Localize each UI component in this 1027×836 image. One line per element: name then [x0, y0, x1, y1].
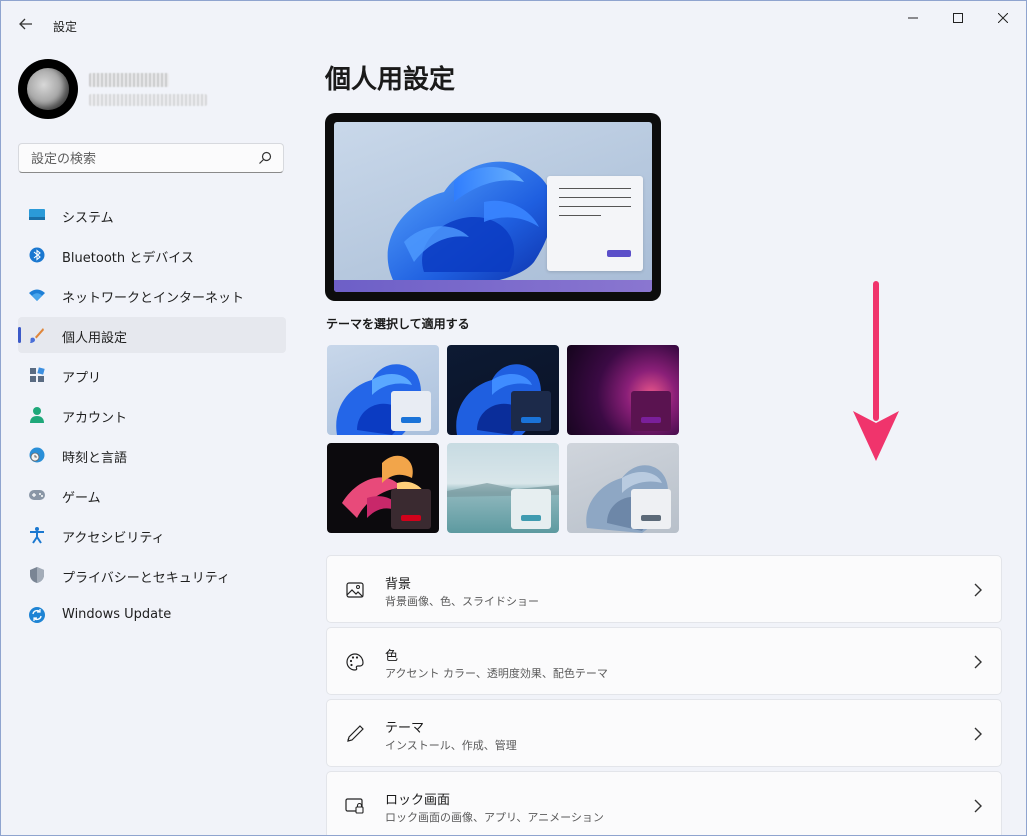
colors-settings-card[interactable]: 色 アクセント カラー、透明度効果、配色テーマ — [326, 627, 1002, 695]
preview-accent-button — [607, 250, 631, 257]
sidebar-item-windows-update[interactable]: Windows Update — [18, 597, 286, 633]
card-description: ロック画面の画像、アプリ、アニメーション — [385, 811, 604, 824]
theme-accent-bar — [401, 417, 421, 423]
back-arrow-icon — [19, 18, 32, 30]
preview-taskbar — [334, 280, 652, 292]
brush-icon — [28, 326, 46, 344]
theme-glow[interactable] — [567, 345, 679, 435]
theme-chip — [511, 391, 551, 431]
theme-chip — [391, 489, 431, 529]
sidebar-nav: システム Bluetooth とデバイス ネットワークとインターネット 個人用設… — [18, 197, 286, 637]
card-description: インストール、作成、管理 — [385, 739, 517, 752]
sidebar-item-privacy[interactable]: プライバシーとセキュリティ — [18, 557, 286, 593]
card-description: 背景画像、色、スライドショー — [385, 595, 539, 608]
sidebar-item-label: ネットワークとインターネット — [62, 291, 245, 306]
page-title: 個人用設定 — [325, 65, 456, 95]
sidebar-item-gaming[interactable]: ゲーム — [18, 477, 286, 513]
sidebar-item-label: アプリ — [62, 371, 102, 386]
sidebar-item-label: システム — [62, 211, 114, 226]
theme-preview — [325, 113, 661, 301]
sidebar-item-label: 個人用設定 — [62, 331, 128, 346]
palette-icon — [346, 653, 364, 671]
time-language-icon — [28, 446, 46, 464]
theme-dark-bloom[interactable] — [447, 345, 559, 435]
windows-update-icon — [28, 606, 46, 624]
lock-screen-icon — [345, 798, 364, 814]
user-name-redacted — [89, 73, 169, 87]
chevron-right-icon — [974, 583, 982, 597]
search-box[interactable] — [18, 143, 284, 173]
theme-chip — [511, 489, 551, 529]
system-icon — [28, 206, 46, 224]
theme-accent-bar — [521, 515, 541, 521]
minimize-icon — [908, 17, 918, 19]
theme-accent-bar — [521, 417, 541, 423]
sidebar-item-personalization[interactable]: 個人用設定 — [18, 317, 286, 353]
sidebar-item-label: Windows Update — [62, 607, 172, 622]
preview-screen — [334, 122, 652, 292]
lock-screen-settings-card[interactable]: ロック画面 ロック画面の画像、アプリ、アニメーション — [326, 771, 1002, 835]
card-title: 背景 — [385, 577, 412, 592]
sidebar-item-apps[interactable]: アプリ — [18, 357, 286, 393]
app-title: 設定 — [53, 20, 78, 34]
account-icon — [28, 406, 46, 424]
image-icon — [346, 582, 364, 598]
theme-accent-bar — [401, 515, 421, 521]
close-icon — [998, 13, 1008, 23]
settings-window: 設定 システム Bluetooth とデバイス — [0, 0, 1027, 836]
background-settings-card[interactable]: 背景 背景画像、色、スライドショー — [326, 555, 1002, 623]
chevron-right-icon — [974, 655, 982, 669]
sidebar-item-time-language[interactable]: 時刻と言語 — [18, 437, 286, 473]
sidebar-item-bluetooth[interactable]: Bluetooth とデバイス — [18, 237, 286, 273]
chevron-right-icon — [974, 727, 982, 741]
maximize-button[interactable] — [936, 7, 980, 29]
theme-sunrise[interactable] — [447, 443, 559, 533]
sidebar-item-accounts[interactable]: アカウント — [18, 397, 286, 433]
sidebar-item-label: ゲーム — [62, 491, 101, 506]
card-title: 色 — [385, 649, 399, 664]
moon-avatar — [27, 68, 69, 110]
theme-captured-motion[interactable] — [327, 443, 439, 533]
sidebar-item-label: アカウント — [62, 411, 128, 426]
pen-icon — [347, 725, 364, 742]
theme-chip — [631, 391, 671, 431]
sidebar-item-network[interactable]: ネットワークとインターネット — [18, 277, 286, 313]
user-email-redacted — [89, 94, 207, 106]
shield-icon — [28, 566, 46, 584]
back-button[interactable] — [15, 13, 37, 35]
themes-heading: テーマを選択して適用する — [326, 317, 470, 331]
preview-sample-window — [547, 176, 643, 271]
bluetooth-icon — [28, 246, 46, 264]
card-description: アクセント カラー、透明度効果、配色テーマ — [385, 667, 608, 680]
themes-settings-card[interactable]: テーマ インストール、作成、管理 — [326, 699, 1002, 767]
gamepad-icon — [28, 486, 46, 504]
sidebar-item-accessibility[interactable]: アクセシビリティ — [18, 517, 286, 553]
theme-light-bloom[interactable] — [327, 345, 439, 435]
theme-chip — [631, 489, 671, 529]
sidebar-item-label: プライバシーとセキュリティ — [62, 571, 230, 586]
card-title: ロック画面 — [385, 793, 451, 808]
sidebar-item-system[interactable]: システム — [18, 197, 286, 233]
sidebar-item-label: 時刻と言語 — [62, 451, 128, 466]
avatar[interactable] — [18, 59, 78, 119]
theme-chip — [391, 391, 431, 431]
theme-flow[interactable] — [567, 443, 679, 533]
scroll-down-arrow-annotation — [853, 281, 899, 461]
title-bar: 設定 — [1, 1, 1026, 49]
theme-accent-bar — [641, 515, 661, 521]
search-icon[interactable] — [257, 150, 273, 166]
apps-icon — [28, 366, 46, 384]
minimize-button[interactable] — [891, 7, 935, 29]
maximize-icon — [953, 13, 963, 23]
sidebar-item-label: Bluetooth とデバイス — [62, 251, 194, 266]
sidebar-item-label: アクセシビリティ — [62, 531, 165, 546]
chevron-right-icon — [974, 799, 982, 813]
close-button[interactable] — [981, 7, 1025, 29]
accessibility-icon — [28, 526, 46, 544]
theme-accent-bar — [641, 417, 661, 423]
search-input[interactable] — [29, 148, 253, 170]
wifi-icon — [28, 286, 46, 304]
card-title: テーマ — [385, 721, 425, 736]
